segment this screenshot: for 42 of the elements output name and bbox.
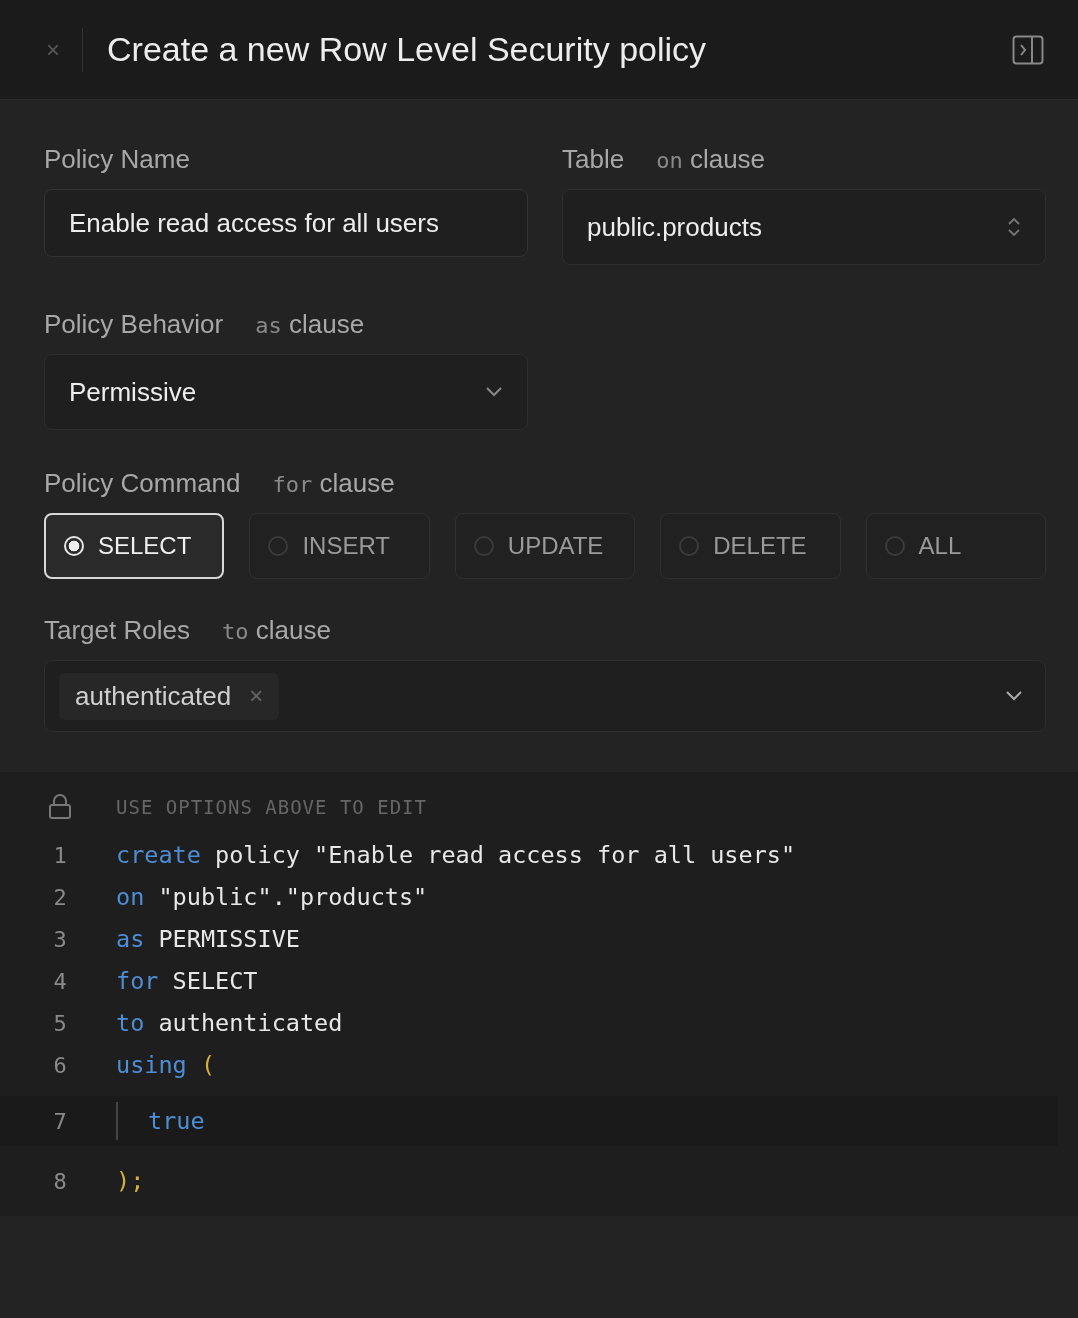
chevron-down-icon [485,386,503,398]
code-line: ); [116,1167,145,1195]
code-line: to authenticated [116,1009,343,1037]
field-label: Target Roles [44,615,190,646]
chevron-down-icon [1005,690,1023,702]
table-select[interactable]: public.products [562,189,1046,265]
field-label: Policy Name [44,144,190,175]
line-number: 3 [52,926,68,952]
roles-select[interactable]: authenticated × [44,660,1046,732]
clause-label: on clause [656,144,766,175]
line-number: 2 [52,884,68,910]
line-number: 5 [52,1010,68,1036]
code-line: on "public"."products" [116,883,428,911]
window-title: Create a new Row Level Security policy [107,30,708,69]
command-option[interactable]: UPDATE [454,513,636,579]
code-line: for SELECT [116,967,258,995]
field-label: Policy Command [44,468,241,499]
behavior-select[interactable]: Permissive [44,354,528,430]
tag-label: authenticated [75,680,232,712]
code-line: using ( [116,1051,216,1079]
line-number: 4 [52,968,68,994]
code-line: as PERMISSIVE [116,925,300,953]
code-line: create policy "Enable read access for all users" [116,841,796,869]
field-label: Policy Behavior [44,309,224,340]
chevron-up-down-icon [1007,216,1021,238]
editor-notice: USE OPTIONS ABOVE TO EDIT [116,796,427,818]
field-label: Table [562,144,625,175]
clause-label: as clause [255,309,365,340]
clause-label: for clause [272,468,395,499]
command-option[interactable]: SELECT [44,513,225,579]
lock-icon [48,794,72,820]
command-option[interactable]: DELETE [660,513,841,579]
policy-name-field[interactable]: Enable read access for all users [44,189,528,257]
side-panel-icon[interactable] [1012,34,1044,65]
command-option[interactable]: INSERT [249,513,430,579]
line-number: 8 [52,1168,68,1194]
clause-label: to clause [221,615,331,646]
line-number: 1 [52,842,68,868]
line-number: 6 [52,1052,68,1078]
code-line: true [148,1107,205,1135]
command-option[interactable]: ALL [865,513,1046,579]
line-number: 7 [52,1108,68,1134]
